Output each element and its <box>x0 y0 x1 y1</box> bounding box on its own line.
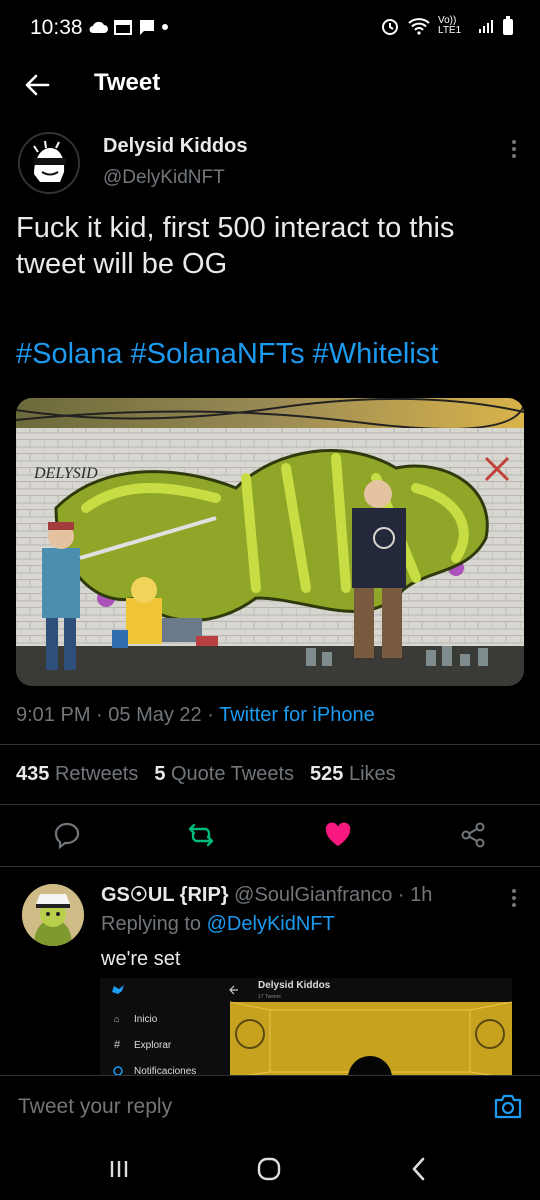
replying-to-handle[interactable]: @DelyKidNFT <box>207 913 335 935</box>
app-bar: Tweet <box>0 56 540 112</box>
tweet-image[interactable]: DELYSID <box>16 398 524 686</box>
likes-count: 525 <box>310 763 344 785</box>
status-time: 10:38 <box>30 16 83 39</box>
alarm-icon <box>382 19 398 35</box>
quotes-label: Quote Tweets <box>171 763 295 785</box>
retweets-label: Retweets <box>54 763 139 785</box>
avatar-illustration <box>20 134 78 192</box>
replying-prefix: Replying to <box>101 913 202 935</box>
camera-icon[interactable] <box>492 1090 524 1122</box>
recent-apps-icon[interactable] <box>104 1154 134 1184</box>
reply-input[interactable] <box>16 1094 460 1120</box>
tweet-time: 9:01 PM <box>16 704 91 726</box>
author-name[interactable]: Delysid Kiddos <box>103 135 247 158</box>
system-nav-bar <box>0 1136 540 1200</box>
reply-author-handle[interactable]: @SoulGianfranco <box>234 884 392 906</box>
tweet-date: 05 May 22 <box>108 704 202 726</box>
replying-to: Replying to @DelyKidNFT <box>101 913 335 936</box>
home-icon[interactable] <box>254 1154 284 1184</box>
more-options-icon[interactable] <box>507 886 521 910</box>
back-icon[interactable] <box>404 1154 434 1184</box>
retweet-icon[interactable] <box>186 820 216 850</box>
tweet-text: Fuck it kid, first 500 interact to this … <box>16 212 455 280</box>
preview-subtitle: 17 Tweets <box>258 994 281 1000</box>
likes-label: Likes <box>348 763 396 785</box>
dot-icon <box>162 24 168 30</box>
quotes-stat[interactable]: 5 Quote Tweets <box>154 763 294 786</box>
preview-menu-inicio: Inicio <box>134 1014 158 1025</box>
tweet-meta: 9:01 PM · 05 May 22 · Twitter for iPhone <box>16 704 375 726</box>
retweets-count: 435 <box>16 763 50 785</box>
tweet-source[interactable]: Twitter for iPhone <box>219 704 375 726</box>
divider <box>0 744 540 745</box>
cloud-icon <box>89 21 108 33</box>
share-icon[interactable] <box>458 820 488 850</box>
graffiti-tag-text: DELYSID <box>33 465 98 482</box>
reply-author-name[interactable]: GS☉UL {RIP} <box>101 884 229 906</box>
quotes-count: 5 <box>154 763 166 785</box>
wifi-icon <box>408 18 430 35</box>
like-icon[interactable] <box>323 820 353 850</box>
reply-icon[interactable] <box>52 820 82 850</box>
more-options-icon[interactable] <box>507 137 521 161</box>
divider <box>0 804 540 805</box>
reply-screenshot-preview: Delysid Kiddos 17 Tweets ⌂ Inicio # Expl… <box>100 978 512 1078</box>
page-title: Tweet <box>94 69 161 96</box>
tweet-stats: 435 Retweets 5 Quote Tweets 525 Likes <box>16 763 396 786</box>
likes-stat[interactable]: 525 Likes <box>310 763 396 786</box>
back-arrow-icon[interactable] <box>22 70 52 100</box>
author-avatar[interactable] <box>18 132 80 194</box>
reply-time: 1h <box>410 884 433 906</box>
tweet-hashtags[interactable]: #Solana #SolanaNFTs #Whitelist <box>16 338 438 371</box>
tweet-actions <box>0 815 540 855</box>
reply-header: GS☉UL {RIP} @SoulGianfranco · 1h <box>101 884 433 906</box>
calendar-icon <box>114 20 132 35</box>
reply-avatar-illustration <box>22 884 84 946</box>
network-label: Vo)) LTE1 <box>438 15 462 36</box>
reply-text: we're set <box>101 948 181 970</box>
status-bar: 10:38 Vo)) LTE1 <box>0 0 540 56</box>
divider <box>0 866 540 867</box>
signal-icon <box>479 20 493 33</box>
message-icon <box>140 20 154 35</box>
battery-icon <box>503 16 513 35</box>
preview-menu-explorar: Explorar <box>134 1040 172 1051</box>
svg-text:⌂: ⌂ <box>114 1014 119 1024</box>
reply-image[interactable]: Delysid Kiddos 17 Tweets ⌂ Inicio # Expl… <box>100 978 512 1078</box>
graffiti-artwork: DELYSID <box>16 398 524 686</box>
preview-title: Delysid Kiddos <box>258 980 331 991</box>
author-handle[interactable]: @DelyKidNFT <box>103 167 225 189</box>
reply-author-avatar[interactable] <box>22 884 84 946</box>
reply-composer <box>0 1075 540 1136</box>
svg-text:#: # <box>114 1039 121 1051</box>
retweets-stat[interactable]: 435 Retweets <box>16 763 138 786</box>
